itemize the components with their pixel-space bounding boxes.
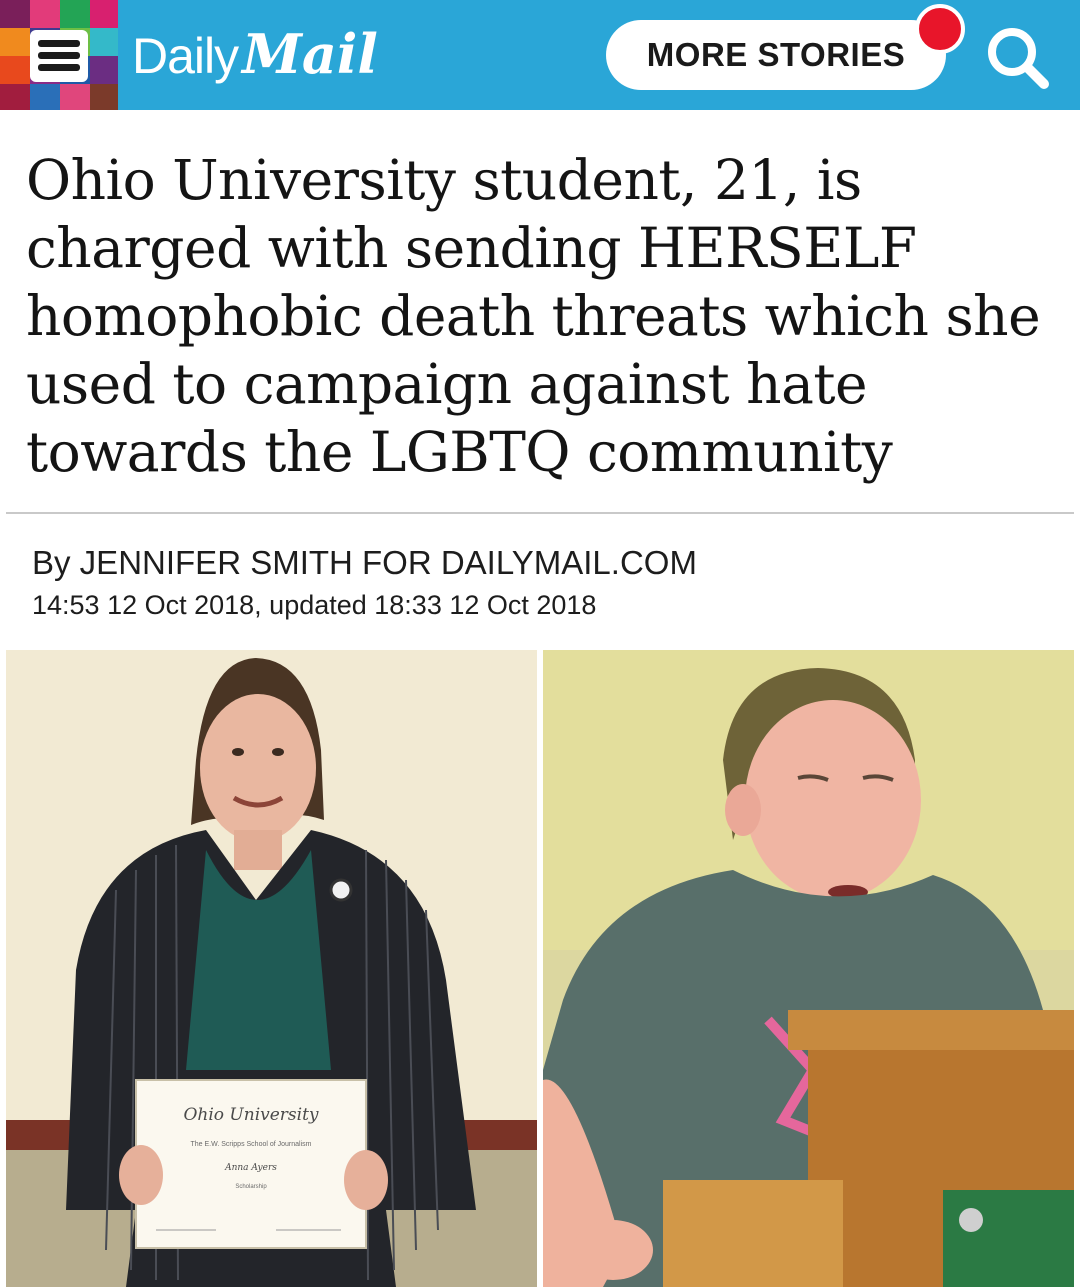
photo-right-image [543, 650, 1074, 1287]
site-logo[interactable]: DailyMail [132, 22, 378, 92]
photo-right[interactable] [543, 650, 1074, 1287]
certificate-line: The E.W. Scripps School of Journalism [191, 1141, 312, 1148]
logo-prefix: Daily [132, 28, 239, 84]
article-headline: Ohio University student, 21, is charged … [26, 148, 1041, 484]
divider [6, 512, 1074, 514]
photo-left[interactable]: Ohio University The E.W. Scripps School … [6, 650, 537, 1287]
publish-date: 14:53 12 Oct 2018, updated 18:33 12 Oct … [32, 590, 597, 620]
search-icon[interactable] [980, 22, 1058, 94]
logo-suffix: Mail [242, 22, 378, 86]
photo-left-image: Ohio University The E.W. Scripps School … [6, 650, 537, 1287]
notification-badge [915, 4, 965, 54]
certificate-award: Scholarship [235, 1184, 267, 1190]
menu-icon[interactable] [30, 30, 88, 82]
byline[interactable]: By JENNIFER SMITH FOR DAILYMAIL.COM [32, 544, 697, 582]
site-header: DailyMail MORE STORIES [0, 0, 1080, 110]
certificate-title: Ohio University [183, 1105, 318, 1125]
certificate-name: Anna Ayers [224, 1163, 277, 1173]
more-stories-button[interactable]: MORE STORIES [606, 20, 946, 90]
